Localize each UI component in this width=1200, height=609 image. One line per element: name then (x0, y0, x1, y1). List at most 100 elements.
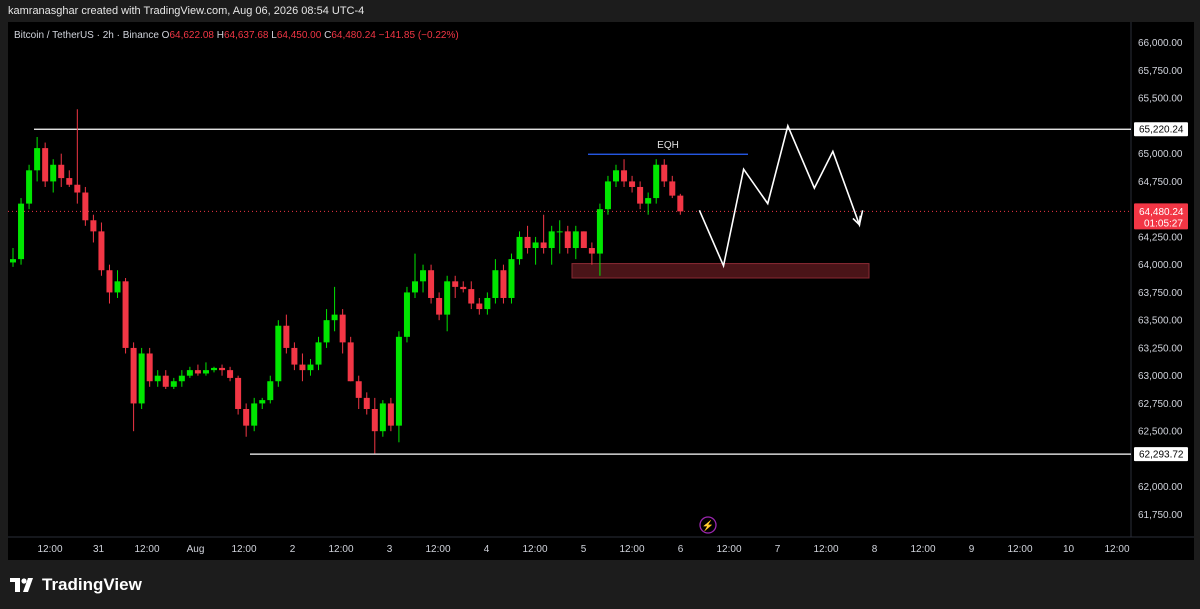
tradingview-logo-icon (10, 578, 33, 592)
candle-body (444, 281, 451, 315)
candle-body (194, 370, 201, 374)
candle-body (403, 292, 410, 337)
time-tick-label: 12:00 (328, 544, 353, 555)
price-tick-label: 62,000.00 (1138, 482, 1183, 493)
candle-body (74, 184, 81, 193)
tradingview-logo[interactable]: TradingView (10, 575, 142, 595)
candle-body (323, 320, 330, 343)
candle-body (596, 209, 603, 254)
time-tick-label: 8 (872, 544, 878, 555)
candle-body (556, 231, 563, 233)
candle-body (82, 192, 89, 221)
price-tick-label: 62,500.00 (1138, 427, 1183, 438)
candle-body (387, 403, 394, 426)
brand-name: TradingView (42, 575, 142, 594)
price-tick-label: 62,750.00 (1138, 399, 1183, 410)
candle-body (50, 164, 57, 182)
price-tick-label: 65,750.00 (1138, 66, 1183, 77)
candle-body (307, 364, 314, 371)
time-tick-label: 12:00 (425, 544, 450, 555)
candle-body (436, 297, 443, 315)
candle-body (653, 164, 660, 199)
time-tick-label: 12:00 (37, 544, 62, 555)
price-tick-label: 63,000.00 (1138, 371, 1183, 382)
ohlc-legend: Bitcoin / TetherUS · 2h · Binance O64,62… (14, 30, 459, 41)
candle-body (621, 170, 628, 182)
time-tick-label: 12:00 (1007, 544, 1032, 555)
candle-body (267, 381, 274, 401)
chart-svg[interactable]: EQH ⚡ 66,000.00 65,750.00 65,500.00 65,000.0… (0, 0, 1200, 609)
time-tick-label: 12:00 (522, 544, 547, 555)
candle-body (186, 370, 193, 376)
candle-body (460, 286, 467, 290)
candle-body (580, 231, 587, 249)
candle-body (492, 270, 499, 298)
low-value: 64,450.00 (276, 30, 322, 41)
time-tick-label: 2 (290, 544, 296, 555)
candle-body (299, 364, 306, 371)
candle-body (162, 375, 169, 387)
price-tick-label: 64,000.00 (1138, 260, 1183, 271)
price-tick-label: 64,250.00 (1138, 232, 1183, 243)
change-value: −141.85 (−0.22%) (378, 30, 459, 41)
time-tick-label: 12:00 (910, 544, 935, 555)
candle-body (548, 231, 555, 249)
candle-body (42, 148, 49, 182)
support-price-label: 62,293.72 (1139, 450, 1184, 461)
candle-body (154, 375, 161, 382)
price-tick-label: 63,500.00 (1138, 316, 1183, 327)
candle-body (339, 314, 346, 343)
candle-body (130, 347, 137, 404)
time-tick-label: Aug (187, 544, 205, 555)
candle-body (532, 242, 539, 249)
time-tick-label: 12:00 (716, 544, 741, 555)
candle-body (508, 259, 515, 298)
candle-body (524, 236, 531, 249)
time-tick-label: 9 (969, 544, 975, 555)
candle-body (669, 181, 676, 196)
candle-body (138, 353, 145, 404)
open-value: 64,622.08 (169, 30, 214, 41)
symbol-label: Bitcoin / TetherUS · 2h · Binance (14, 30, 159, 41)
time-tick-label: 31 (93, 544, 105, 555)
price-tick-label: 66,000.00 (1138, 38, 1183, 49)
time-tick-label: 6 (678, 544, 684, 555)
candle-body (315, 342, 322, 365)
candle-body (677, 195, 684, 212)
time-tick-label: 12:00 (813, 544, 838, 555)
demand-zone (571, 263, 870, 279)
candle-body (484, 297, 491, 310)
candle-body (420, 270, 427, 282)
close-value: 64,480.24 (331, 30, 376, 41)
eqh-label: EQH (657, 140, 679, 151)
candle-body (572, 231, 579, 249)
projection-path (698, 123, 864, 269)
price-tick-label: 63,250.00 (1138, 343, 1183, 354)
candle-body (468, 289, 475, 304)
time-tick-label: 7 (775, 544, 781, 555)
candle-body (347, 342, 354, 382)
candle-body (146, 353, 153, 382)
high-value: 64,637.68 (223, 30, 269, 41)
candle-body (26, 170, 33, 204)
candle-body (10, 259, 16, 263)
candle-body (18, 203, 25, 260)
candle-body (283, 325, 290, 348)
candle-body (259, 400, 266, 404)
candle-body (500, 270, 507, 298)
time-tick-label: 4 (484, 544, 490, 555)
candle-body (114, 281, 121, 293)
price-tick-label: 65,500.00 (1138, 94, 1183, 105)
candle-body (275, 325, 282, 382)
candle-body (588, 248, 595, 254)
candle-body (243, 408, 250, 426)
candle-body (661, 164, 668, 182)
resistance-price-label: 65,220.24 (1139, 125, 1184, 136)
lightning-icon: ⚡ (702, 519, 714, 532)
candle-body (516, 236, 523, 260)
candle-body (452, 281, 459, 287)
candle-body (178, 375, 185, 382)
candle-body (251, 403, 258, 426)
time-tick-label: 3 (387, 544, 393, 555)
candle-body (395, 336, 402, 426)
